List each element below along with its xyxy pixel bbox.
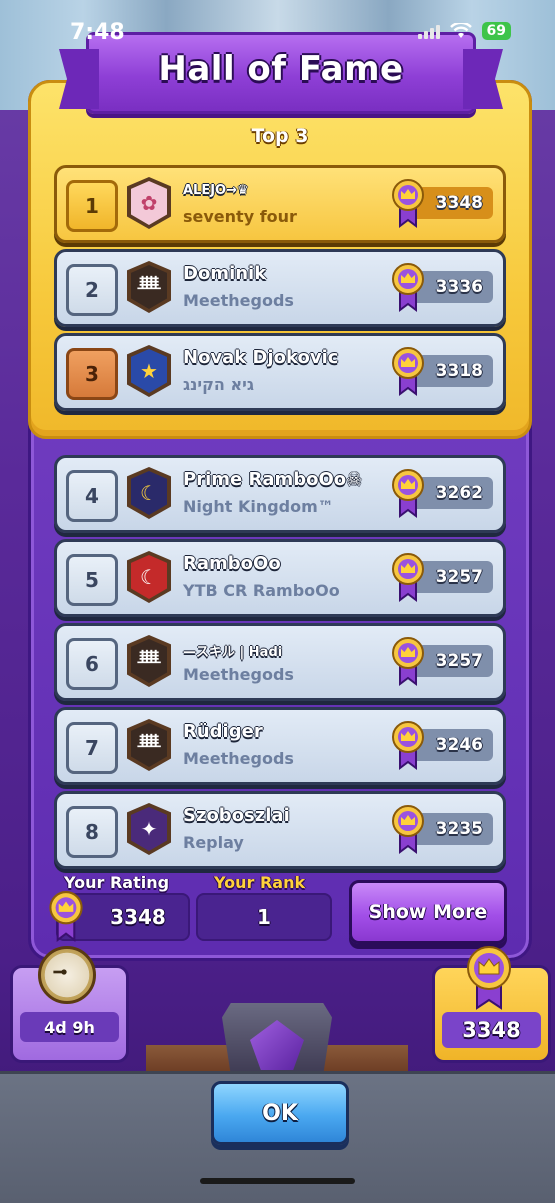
- rank-number: 4: [66, 470, 118, 522]
- player-name: —スキル | Hadi: [183, 645, 283, 660]
- clan-badge-symbol: ᚙ: [131, 639, 167, 683]
- leaderboard-row[interactable]: 8 ✦ Szoboszlai Replay 3235: [54, 791, 506, 869]
- crown-medal-icon: [467, 946, 511, 1010]
- rank-number: 2: [66, 264, 118, 316]
- player-name: RamboOo: [183, 553, 281, 574]
- your-rating-value: 3348: [110, 905, 166, 929]
- player-name: Dominik: [183, 263, 267, 284]
- home-indicator[interactable]: [200, 1178, 355, 1184]
- top3-title: Top 3: [251, 125, 309, 147]
- clan-name: Night Kingdom™: [183, 497, 334, 516]
- clan-badge-symbol: ᚙ: [131, 723, 167, 767]
- clan-name: Meethegods: [183, 665, 294, 684]
- clan-name: גיא הקינג: [183, 375, 254, 394]
- rank-number: 3: [66, 348, 118, 400]
- leaderboard-row[interactable]: 2 ᚙ Dominik Meethegods 3336: [54, 249, 506, 327]
- status-bar: 7:48 69: [0, 0, 555, 60]
- cellular-signal-icon: [417, 23, 440, 39]
- leaderboard-row[interactable]: 3 ★ Novak Djokovic גיא הקינג 3318: [54, 333, 506, 411]
- crown-medal-icon: [392, 721, 424, 770]
- stopwatch-icon: [38, 946, 96, 1004]
- your-rank-value: 1: [257, 905, 271, 929]
- leaderboard-row[interactable]: 4 ☾ Prime RamboOo☠ Night Kingdom™ 3262: [54, 455, 506, 533]
- player-name: Szoboszlai: [183, 805, 290, 826]
- show-more-button[interactable]: Show More: [349, 880, 507, 944]
- rank-number: 8: [66, 806, 118, 858]
- player-name: Novak Djokovic: [183, 347, 339, 368]
- leaderboard-row[interactable]: 5 ☾ RamboOo YTB CR RamboOo 3257: [54, 539, 506, 617]
- status-time: 7:48: [70, 20, 125, 45]
- clan-badge-symbol: ᚙ: [131, 265, 167, 309]
- clan-badge-icon: ✦: [127, 803, 171, 855]
- player-name: ALEJO→♛: [183, 183, 249, 198]
- clan-badge-icon: ☾: [127, 551, 171, 603]
- clan-badge-icon: ✿: [127, 177, 171, 229]
- crown-medal-icon: [392, 347, 424, 396]
- clan-badge-symbol: ★: [131, 349, 167, 393]
- clan-name: Replay: [183, 833, 244, 852]
- leaderboard-row[interactable]: 7 ᚙ Rüdiger Meethegods 3246: [54, 707, 506, 785]
- clan-badge-icon: ᚙ: [127, 635, 171, 687]
- battery-indicator: 69: [481, 22, 511, 40]
- status-icons: 69: [417, 22, 511, 40]
- your-rating-medal-icon: [49, 891, 83, 942]
- crown-medal-icon: [392, 553, 424, 602]
- clan-badge-symbol: ✦: [131, 807, 167, 851]
- player-name: Prime RamboOo☠: [183, 469, 363, 490]
- season-timer-value: 4d 9h: [20, 1012, 119, 1042]
- leaderboard-row[interactable]: 6 ᚙ —スキル | Hadi Meethegods 3257: [54, 623, 506, 701]
- ok-button[interactable]: OK: [211, 1081, 349, 1145]
- rank-number: 1: [66, 180, 118, 232]
- rank-number: 7: [66, 722, 118, 774]
- clan-badge-icon: ★: [127, 345, 171, 397]
- clan-badge-symbol: ✿: [131, 181, 167, 225]
- wifi-icon: [449, 23, 472, 38]
- clan-badge-symbol: ☾: [131, 471, 167, 515]
- clan-name: Meethegods: [183, 749, 294, 768]
- leaderboard-row[interactable]: 1 ✿ ALEJO→♛ seventy four 3348: [54, 165, 506, 243]
- crown-medal-icon: [392, 805, 424, 854]
- clan-badge-symbol: ☾: [131, 555, 167, 599]
- rating-card-value: 3348: [442, 1012, 541, 1048]
- your-rank-box: 1: [196, 893, 332, 941]
- clan-name: Meethegods: [183, 291, 294, 310]
- clan-badge-icon: ᚙ: [127, 261, 171, 313]
- crown-medal-icon: [392, 469, 424, 518]
- clan-name: seventy four: [183, 207, 297, 226]
- crown-medal-icon: [392, 263, 424, 312]
- rank-number: 6: [66, 638, 118, 690]
- your-rank-label: Your Rank: [214, 873, 306, 892]
- rank-number: 5: [66, 554, 118, 606]
- clan-badge-icon: ☾: [127, 467, 171, 519]
- crown-medal-icon: [392, 179, 424, 228]
- clan-badge-icon: ᚙ: [127, 719, 171, 771]
- crown-medal-icon: [392, 637, 424, 686]
- player-name: Rüdiger: [183, 721, 263, 742]
- clan-name: YTB CR RamboOo: [183, 581, 340, 600]
